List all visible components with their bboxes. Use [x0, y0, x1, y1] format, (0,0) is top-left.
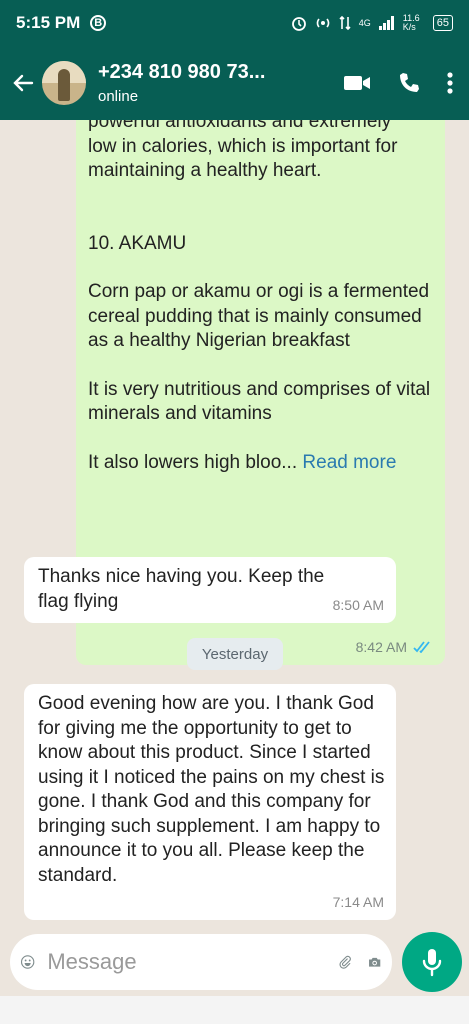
message-input[interactable] — [45, 948, 338, 976]
avatar[interactable] — [42, 61, 86, 105]
message-time: 8:50 AM — [332, 596, 384, 613]
contact-info[interactable]: +234 810 980 73... online — [98, 61, 343, 105]
message-composer — [10, 934, 392, 990]
attach-icon[interactable] — [337, 947, 352, 977]
incoming-message[interactable]: Thanks nice having you. Keep the flag fl… — [24, 557, 396, 623]
message-paragraph: Corn pap or akamu or ogi is a fermented … — [88, 281, 430, 351]
message-line: maintaining a healthy heart. — [88, 160, 322, 181]
message-time: 8:42 AM — [355, 638, 407, 655]
header-actions — [343, 71, 453, 95]
message-paragraph: It is very nutritious and comprises of v… — [88, 378, 431, 425]
battery-icon: 65 — [432, 15, 453, 31]
alarm-icon — [291, 17, 306, 31]
network-label: 4G — [358, 18, 371, 28]
message-heading: 10. AKAMU — [88, 232, 187, 254]
more-vert-icon[interactable] — [447, 71, 453, 95]
message-line: powerful antioxidants and extremely — [88, 120, 392, 132]
emoji-icon[interactable] — [20, 947, 35, 977]
mic-icon — [422, 949, 442, 977]
hotspot-icon — [316, 18, 329, 28]
read-more-link[interactable]: Read more — [302, 452, 396, 473]
video-call-icon[interactable] — [343, 73, 371, 93]
message-meta: 8:42 AM — [356, 635, 433, 660]
back-arrow-icon[interactable] — [4, 72, 42, 94]
status-indicators: 4G 11.6 K/s 65 — [291, 14, 453, 32]
network-speed: 11.6 K/s — [402, 13, 420, 32]
contact-status: online — [98, 88, 139, 105]
mic-button[interactable] — [402, 932, 462, 992]
date-separator: Yesterday — [187, 638, 283, 670]
status-b-badge: B — [90, 15, 107, 31]
read-ticks-icon — [413, 641, 430, 653]
contact-name: +234 810 980 73... — [98, 61, 266, 83]
message-time: 7:14 AM — [332, 893, 384, 910]
system-nav-bar — [0, 996, 469, 1024]
message-truncated-text: It also lowers high bloo... — [88, 451, 298, 473]
camera-icon[interactable] — [367, 947, 382, 977]
status-time: 5:15 PM — [16, 13, 81, 32]
phone-icon[interactable] — [397, 71, 421, 95]
message-paragraph: It also lowers high bloo... Read more — [88, 451, 433, 476]
chat-area[interactable]: powerful antioxidants and extremely low … — [0, 120, 469, 934]
status-bar: 5:15 PM B 4G 11.6 K/s 65 — [0, 0, 469, 46]
data-arrows-icon — [339, 15, 351, 31]
signal-icon — [378, 16, 394, 30]
message-text: Thanks nice having you. Keep the flag fl… — [38, 566, 325, 612]
message-text: Good evening how are you. I thank God fo… — [38, 693, 385, 886]
chat-header: +234 810 980 73... online — [0, 46, 469, 120]
incoming-message[interactable]: Good evening how are you. I thank God fo… — [24, 684, 396, 920]
message-line: low in calories, which is important for — [88, 135, 398, 157]
